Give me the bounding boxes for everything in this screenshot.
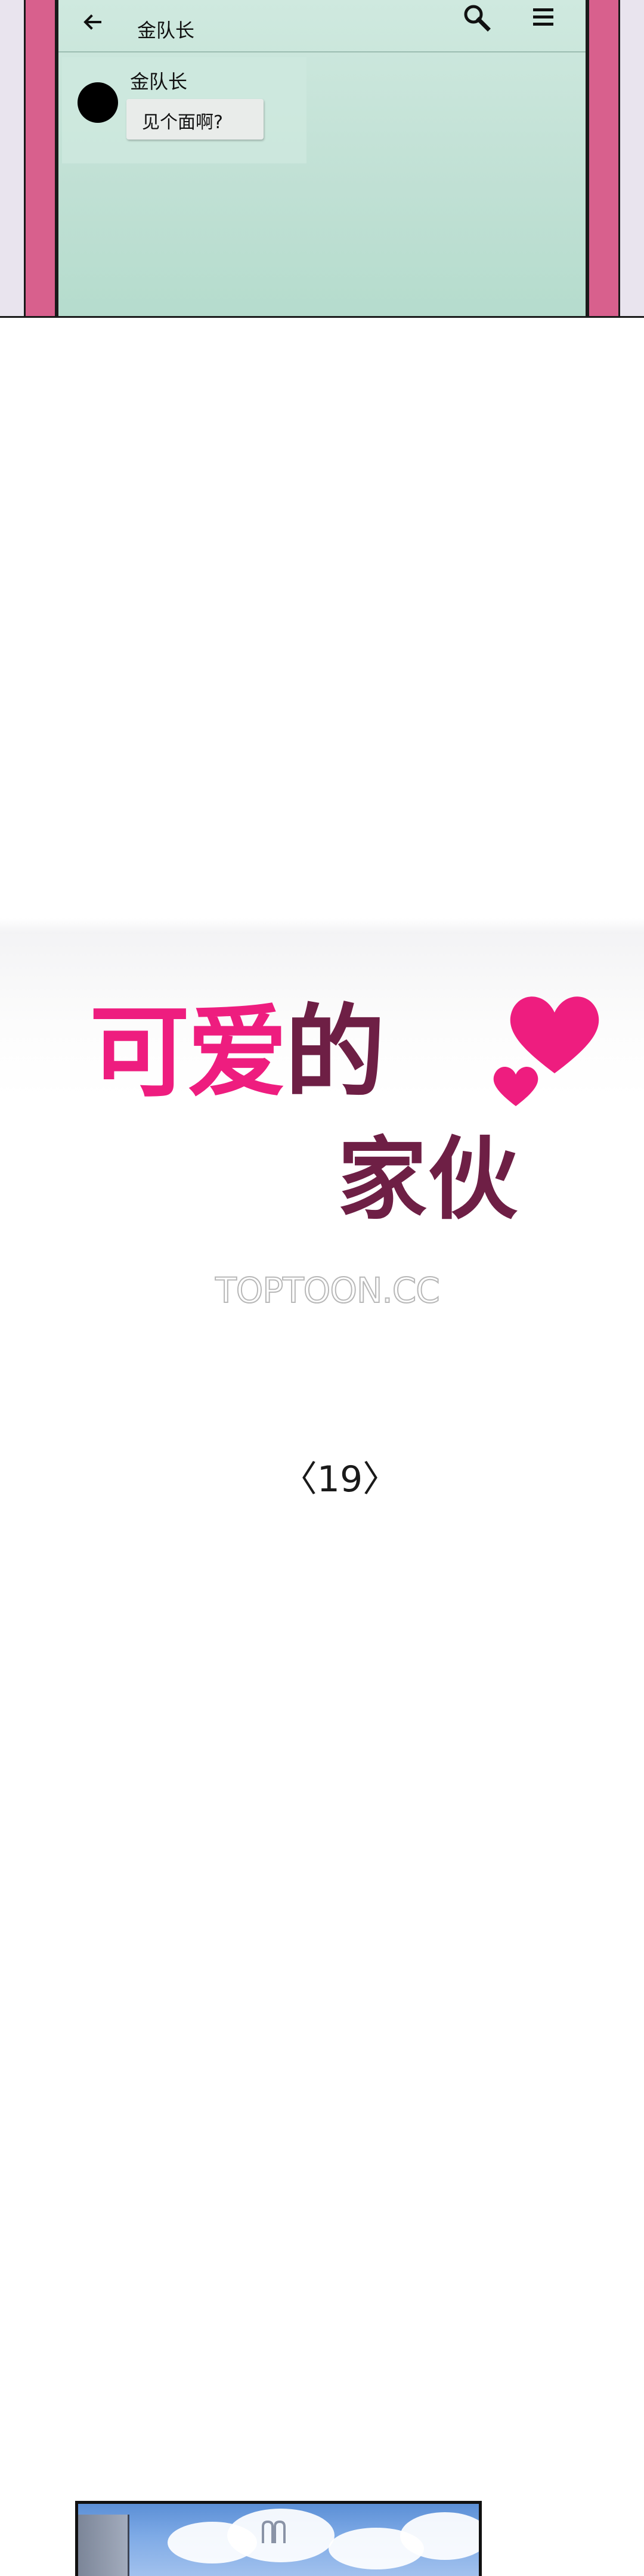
title-part-2: 的 xyxy=(285,993,385,1111)
hearts-icon xyxy=(493,996,599,1106)
title-part-1: 可爱 xyxy=(89,993,287,1111)
next-panel xyxy=(75,2501,482,2576)
comic-title-line1: 可爱的 xyxy=(89,992,385,1111)
phone-screen: 金队长 xyxy=(58,0,586,316)
episode-number: 〈19〉 xyxy=(281,1459,399,1500)
message-text: 见个面啊? xyxy=(142,112,223,133)
phone-bezel-left xyxy=(0,0,58,316)
search-icon[interactable] xyxy=(460,1,494,35)
menu-icon[interactable] xyxy=(530,4,557,31)
message-sender: 金队长 xyxy=(130,70,188,93)
phone-bezel-right xyxy=(586,0,644,316)
chat-app-bar: 金队长 xyxy=(58,0,586,52)
message-bubble[interactable]: 见个面啊? xyxy=(126,99,264,140)
building-illustration xyxy=(78,2515,129,2576)
avatar[interactable] xyxy=(78,82,118,123)
railing-illustration xyxy=(262,2520,286,2543)
chat-title: 金队长 xyxy=(137,19,195,42)
cloud xyxy=(400,2512,479,2560)
watermark: TOPTOON.CC xyxy=(215,1270,441,1311)
arrow-left-icon[interactable] xyxy=(79,8,106,36)
chat-panel: 金队长 金队长 见个面啊? xyxy=(0,0,644,318)
comic-title-line2: 家伙 xyxy=(338,1127,519,1232)
